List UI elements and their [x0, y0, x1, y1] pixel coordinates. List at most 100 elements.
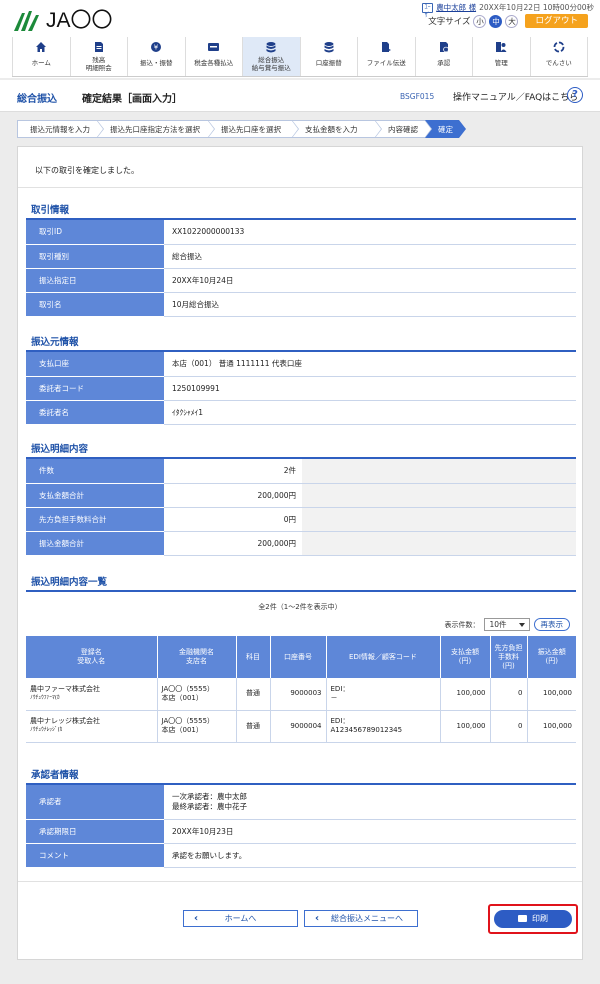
edi-value: A123456789012345: [330, 726, 403, 734]
font-size-medium-button[interactable]: 中: [489, 14, 503, 28]
branch-name: 本店（001）: [161, 726, 203, 734]
global-nav: ホーム 残高 明細照会 ¥ 振込・振替 税金各種払込 総合振込 給与賞与振込 口…: [12, 37, 588, 77]
print-button[interactable]: 印刷: [494, 910, 572, 928]
nav-bulk-transfer[interactable]: 総合振込 給与賞与振込: [243, 37, 301, 76]
details-table: 件数 2件 支払金額合計 200,000円 先方負担手数料合計 0円 振込金額合計 20…: [26, 459, 576, 556]
completion-message: 以下の取引を確定しました。: [35, 166, 139, 175]
approve-icon: [439, 42, 449, 53]
nav-approve[interactable]: 承認: [416, 37, 473, 76]
transaction-table: 取引ID XX1022000000133 取引種別 総合振込 振込指定日 20XX年1…: [26, 220, 576, 317]
font-size-small-button[interactable]: 小: [473, 14, 487, 28]
font-size-large-button[interactable]: 大: [505, 14, 519, 28]
row-key: コメント: [26, 843, 164, 868]
nav-account-transfer[interactable]: 口座振替: [301, 37, 358, 76]
transaction-type: 総合振込: [164, 244, 576, 269]
file-transfer-icon: [382, 42, 392, 52]
document-icon: [94, 42, 103, 52]
nav-label: でんさい: [545, 59, 572, 67]
list-section-title: 振込明細内容一覧: [31, 577, 108, 588]
source-section-title: 振込元情報: [31, 337, 79, 348]
admin-icon: [496, 42, 507, 52]
nav-home[interactable]: ホーム: [12, 37, 71, 76]
nav-admin[interactable]: 管理: [473, 37, 531, 76]
user-badge-icon: ﾕｰｻﾞ: [422, 2, 434, 19]
edi-cell: EDI： A123456789012345: [326, 710, 441, 743]
account-type: 普通: [236, 710, 271, 743]
ja-logo-icon: [12, 9, 44, 33]
table-row: 振込指定日 20XX年10月24日: [26, 268, 576, 293]
logout-button[interactable]: ログアウト: [525, 14, 588, 28]
approver-table: 承認者 一次承認者：農中太郎 最終承認者：農中花子 承認期限日 20XX年10月23日…: [26, 785, 576, 868]
row-key: 先方負担手数料合計: [26, 507, 164, 532]
approver-cell: 一次承認者：農中太郎 最終承認者：農中花子: [164, 785, 576, 820]
step-amount: 支払金額を入力: [292, 120, 382, 138]
chevron-left-icon: ‹: [194, 913, 199, 924]
bank-name: JA〇〇（5555）: [161, 717, 215, 725]
bank-name: JA〇〇（5555）: [161, 684, 215, 693]
nav-file-transfer[interactable]: ファイル伝送: [358, 37, 416, 76]
approval-deadline: 20XX年10月23日: [164, 819, 576, 844]
consignor-name: ｲﾀｸｼｬﾒｲ1: [164, 400, 576, 425]
logo-text: JA〇〇: [46, 9, 113, 32]
page-size-label: 表示件数：: [444, 620, 480, 629]
transaction-id: XX1022000000133: [164, 220, 576, 245]
ja-logo[interactable]: JA〇〇: [12, 8, 113, 34]
payment-amount: 100,000: [440, 678, 491, 711]
payment-total: 200,000円: [164, 483, 302, 508]
table-row: 取引ID XX1022000000133: [26, 220, 576, 245]
step-label: 支払金額を入力: [305, 125, 358, 134]
help-link[interactable]: 操作マニュアル／FAQはこちら: [453, 90, 578, 103]
coins-stack-icon: [324, 42, 334, 53]
nav-label: 口座振替: [315, 59, 342, 67]
payment-amount: 100,000: [440, 710, 491, 743]
nav-label: 管理: [494, 59, 508, 67]
approver-section-title: 承認者情報: [31, 770, 79, 781]
nav-balance[interactable]: 残高 明細照会: [71, 37, 128, 76]
source-table: 支払口座 本店（001） 普通 1111111 代表口座 委託者コード 125010…: [26, 352, 576, 425]
consignor-code: 1250109991: [164, 376, 576, 401]
step-label: 振込先口座を選択: [221, 125, 281, 134]
row-key: 振込金額合計: [26, 531, 164, 556]
row-key: 支払口座: [26, 352, 164, 377]
nav-tax[interactable]: 税金各種払込: [186, 37, 243, 76]
page-size-select[interactable]: 10件: [483, 618, 530, 631]
table-row: 先方負担手数料合計 0円: [26, 507, 576, 532]
print-button-highlight: 印刷: [488, 904, 578, 934]
nav-label: 残高 明細照会: [85, 56, 112, 72]
chevron-down-icon: [518, 623, 525, 627]
header: JA〇〇 ﾕｰｻﾞ 農中太郎 様 20XX年10月22日 10時00分00秒 文…: [0, 0, 600, 78]
col-header: 登録名 受取人名: [26, 636, 158, 678]
redisplay-button[interactable]: 再表示: [533, 618, 570, 631]
final-approver: 最終承認者：農中花子: [172, 801, 247, 811]
divider: [18, 187, 582, 188]
bulk-transfer-menu-button[interactable]: ‹ 総合振込メニューへ: [304, 910, 418, 927]
section-rule: [26, 590, 576, 592]
home-button[interactable]: ‹ ホームへ: [183, 910, 298, 927]
table-row: 委託者コード 1250109991: [26, 376, 576, 401]
bank-cell: JA〇〇（5555） 本店（001）: [157, 678, 237, 711]
transfer-amount: 100,000: [527, 710, 576, 743]
nav-transfer[interactable]: ¥ 振込・振替: [128, 37, 186, 76]
edi-label: EDI：: [330, 684, 350, 693]
col-header: 先方負担 手数料 (円): [490, 636, 528, 678]
step-label: 確定: [438, 125, 453, 134]
yen-coin-icon: ¥: [151, 42, 162, 52]
bank-cell: JA〇〇（5555） 本店（001）: [157, 710, 237, 743]
account-number: 9000003: [270, 678, 327, 711]
edi-cell: EDI：－: [326, 678, 441, 711]
nav-label: ファイル伝送: [366, 59, 406, 67]
nav-densai[interactable]: でんさい: [531, 37, 588, 76]
table-row: コメント 承認をお願いします。: [26, 843, 576, 868]
list-controls: 表示件数： 10件 再表示: [444, 618, 570, 631]
user-name-link[interactable]: 農中太郎 様: [436, 2, 476, 13]
step-label: 内容確認: [388, 125, 418, 134]
branch-name: 本店（001）: [161, 693, 203, 702]
help-question-icon[interactable]: ?: [567, 87, 583, 103]
login-time: 20XX年10月22日 10時00分00秒: [479, 3, 594, 12]
recipient-name: 農中ファーマ株式会社: [30, 684, 100, 693]
printer-icon: [518, 915, 527, 922]
transfer-date: 20XX年10月24日: [164, 268, 576, 293]
progress-steps: 振込元情報を入力 振込先口座指定方法を選択 振込先口座を選択 支払金額を入力 内…: [17, 120, 583, 138]
step-source-info: 振込元情報を入力: [17, 120, 104, 138]
col-header: EDI情報／顧客コード: [326, 636, 441, 678]
